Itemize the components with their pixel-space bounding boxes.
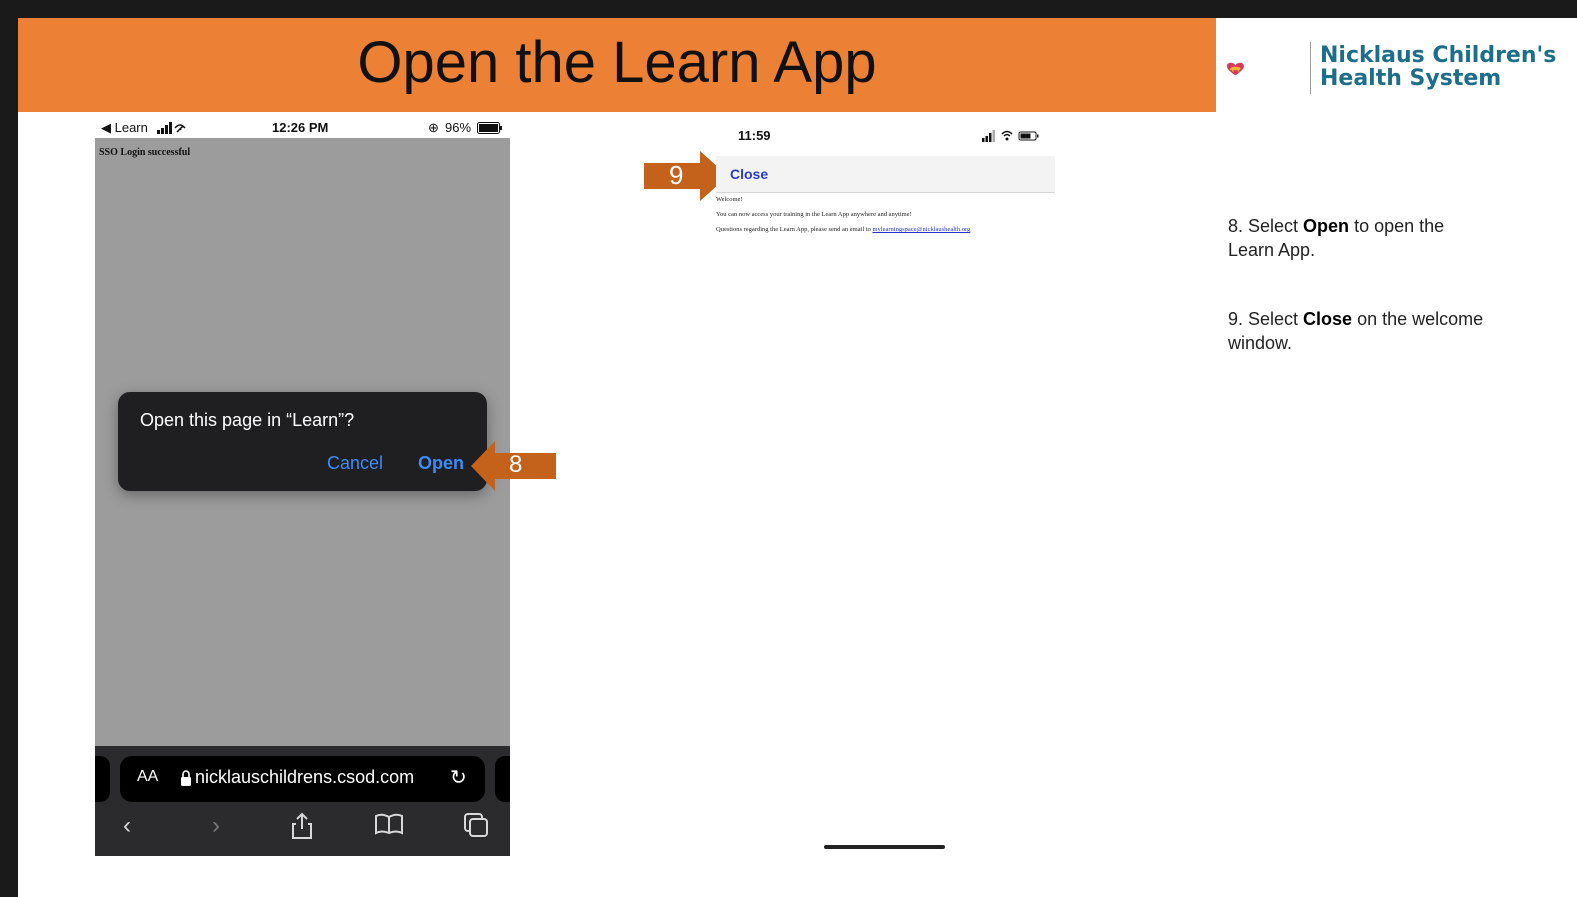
support-email-link[interactable]: mylearningspace@nicklaushealth.org: [873, 226, 971, 233]
sso-message: SSO Login successful: [99, 147, 191, 158]
welcome-line-2-text: Questions regarding the Learn App, pleas…: [716, 226, 873, 233]
bookmarks-icon[interactable]: [374, 812, 404, 842]
back-to-learn-link[interactable]: ◀ Learn: [101, 120, 148, 136]
welcome-line-2: Questions regarding the Learn App, pleas…: [716, 226, 970, 233]
slide: Open the Learn App Nicklaus Children's H…: [18, 18, 1577, 897]
step-9-keyword: Close: [1303, 309, 1353, 329]
step-8-callout-number: 8: [509, 451, 523, 478]
battery-percent: 96%: [445, 120, 472, 135]
logo-line-2: Health System: [1320, 66, 1502, 91]
slide-title: Open the Learn App: [357, 30, 877, 95]
adjacent-tab-left[interactable]: [95, 756, 110, 802]
logo-divider: [1310, 42, 1311, 94]
open-button[interactable]: Open: [418, 453, 464, 474]
step-9-prefix: 9. Select: [1228, 309, 1304, 329]
phone-screenshot-learn-prompt: ◀ Learn 12:26 PM ⊕ 96% SSO Login success…: [95, 118, 510, 856]
share-icon[interactable]: [287, 812, 317, 842]
step-8-prefix: 8. Select: [1228, 216, 1304, 236]
status-time: 12:26 PM: [272, 120, 329, 135]
safari-bottom-bar: AA nicklauschildrens.csod.com ↻ ‹ ›: [95, 746, 510, 856]
instruction-step-9: 9. Select Close on the welcome window.: [1228, 307, 1488, 355]
phone2-status-icons: [982, 130, 1039, 142]
url-text: nicklauschildrens.csod.com: [195, 767, 415, 787]
adjacent-tab-right[interactable]: [495, 756, 510, 802]
welcome-line-1: You can now access your training in the …: [716, 211, 912, 218]
welcome-heading: Welcome!: [716, 196, 743, 203]
step-9-callout-number: 9: [669, 160, 684, 190]
instruction-step-8: 8. Select Open to open the Learn App.: [1228, 214, 1488, 262]
logo-wordmark: Nicklaus Children's Health System: [1320, 44, 1556, 90]
forward-icon[interactable]: ›: [201, 812, 231, 842]
back-icon[interactable]: ‹: [112, 812, 142, 842]
heart-bear-icon: [1226, 62, 1244, 76]
close-button[interactable]: Close: [730, 166, 768, 182]
home-indicator: [824, 845, 945, 849]
battery-icon: [477, 122, 503, 137]
logo-line-1: Nicklaus Children's: [1320, 43, 1557, 68]
signal-icon: [157, 122, 187, 137]
cancel-button[interactable]: Cancel: [327, 453, 383, 474]
address-bar[interactable]: AA nicklauschildrens.csod.com ↻: [120, 756, 485, 802]
reload-icon[interactable]: ↻: [450, 765, 467, 790]
welcome-window-navbar: Close: [716, 156, 1055, 193]
orientation-lock-icon: ⊕: [428, 120, 439, 135]
webview-screen: SSO Login successful Open this page in “…: [95, 138, 510, 746]
text-size-button[interactable]: AA: [137, 768, 158, 786]
dialog-message: Open this page in “Learn”?: [140, 410, 355, 430]
phone2-status-time: 11:59: [738, 128, 771, 143]
tabs-icon[interactable]: [461, 812, 491, 842]
step-8-keyword: Open: [1303, 216, 1350, 236]
open-in-app-dialog: Open this page in “Learn”? Cancel Open: [118, 392, 487, 491]
status-bar: ◀ Learn 12:26 PM ⊕ 96%: [95, 118, 510, 138]
lock-icon: [181, 770, 191, 786]
